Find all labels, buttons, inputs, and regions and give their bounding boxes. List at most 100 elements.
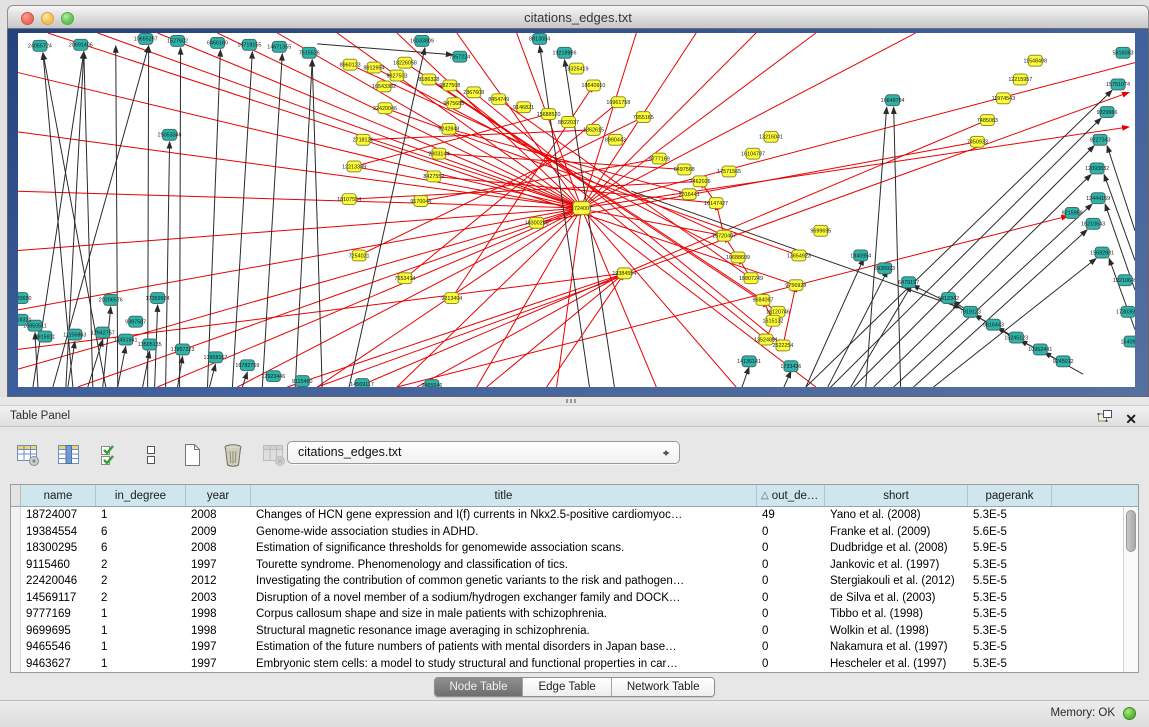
network-node[interactable]: 7462026: [690, 176, 711, 187]
column-header-out_de[interactable]: △out_de…: [757, 485, 825, 506]
network-node[interactable]: 13216041: [759, 131, 783, 142]
network-node[interactable]: 19218986: [553, 47, 577, 58]
network-node[interactable]: 17571565: [717, 166, 741, 177]
table-row[interactable]: 1830029562008Estimation of significance …: [11, 540, 1138, 557]
network-node[interactable]: 6466160: [207, 37, 228, 48]
split-divider[interactable]: [0, 397, 1149, 405]
column-header-in_degree[interactable]: in_degree: [96, 485, 186, 506]
network-node[interactable]: 1540952: [1121, 336, 1135, 347]
network-node[interactable]: 9412342: [938, 293, 959, 304]
network-node[interactable]: 11548408: [1023, 55, 1047, 66]
network-node[interactable]: 16033809: [410, 35, 434, 46]
network-node[interactable]: 10719155: [237, 39, 261, 50]
network-node[interactable]: 12215957: [1008, 74, 1032, 85]
validate-columns-icon[interactable]: [96, 440, 124, 470]
column-header-pagerank[interactable]: pagerank: [968, 485, 1052, 506]
network-node[interactable]: 22420046: [373, 103, 397, 114]
show-columns-icon[interactable]: [55, 440, 83, 470]
table-row[interactable]: 911546021997Tourette syndrome. Phenomeno…: [11, 557, 1138, 574]
network-node[interactable]: 2718126: [353, 134, 374, 145]
network-node[interactable]: 3915911: [35, 331, 56, 342]
table-row[interactable]: 977716911998Corpus callosum shape and si…: [11, 606, 1138, 623]
network-node[interactable]: 18226058: [393, 57, 417, 68]
network-node[interactable]: 7857224: [449, 51, 470, 62]
network-node[interactable]: 2520650: [18, 293, 31, 304]
network-node[interactable]: 15751074: [1106, 79, 1130, 90]
network-node[interactable]: 10147427: [704, 198, 728, 209]
network-node[interactable]: 10952441: [1028, 344, 1052, 355]
network-node[interactable]: 9170044: [410, 196, 431, 207]
network-node[interactable]: 7485083: [977, 115, 998, 126]
network-node[interactable]: 9756928: [785, 280, 806, 291]
tab-node-table[interactable]: Node Table: [435, 678, 524, 696]
network-node[interactable]: 9329966: [1097, 107, 1118, 118]
network-canvas[interactable]: 2405572420691406106552871527602646616010…: [18, 33, 1135, 387]
network-node[interactable]: 16104787: [741, 148, 765, 159]
network-node[interactable]: 18807249: [739, 273, 763, 284]
network-node[interactable]: 9465546: [421, 380, 442, 387]
network-node[interactable]: 2803144: [428, 148, 449, 159]
network-node[interactable]: 10655287: [134, 33, 158, 44]
network-node[interactable]: 2316441: [679, 189, 700, 200]
network-node[interactable]: 16648784: [881, 95, 905, 106]
table-selector-dropdown[interactable]: citations_edges.txt: [287, 441, 680, 464]
float-panel-icon[interactable]: [1097, 409, 1113, 428]
network-node[interactable]: 8813054: [529, 33, 550, 44]
network-node[interactable]: 7515526: [299, 47, 320, 58]
table-row[interactable]: 1456911722003Disruption of a novel membe…: [11, 590, 1138, 607]
network-node[interactable]: 9146821: [513, 102, 534, 113]
network-node[interactable]: 9245012: [1053, 356, 1074, 367]
network-node[interactable]: 18107554: [337, 194, 361, 205]
network-node[interactable]: 15692931: [1090, 247, 1114, 258]
table-row[interactable]: 1872400712008Changes of HCN gene express…: [11, 507, 1138, 524]
column-header-title[interactable]: title: [251, 485, 757, 506]
network-node[interactable]: 6479197: [898, 277, 919, 288]
network-node[interactable]: 17359924: [146, 293, 170, 304]
network-node[interactable]: 11974543: [992, 93, 1016, 104]
network-node[interactable]: 12444159: [1086, 193, 1110, 204]
close-panel-icon[interactable]: ✕: [1125, 411, 1137, 427]
network-node[interactable]: 5916063: [1113, 47, 1134, 58]
network-node[interactable]: 12210649: [1113, 275, 1135, 286]
network-node[interactable]: 16782759: [235, 360, 259, 371]
network-node[interactable]: 16210643: [1081, 218, 1105, 229]
network-node[interactable]: 13654923: [787, 250, 811, 261]
network-node[interactable]: 13958167: [203, 352, 227, 363]
network-node[interactable]: 1840954: [850, 250, 871, 261]
column-header-short[interactable]: short: [825, 485, 968, 506]
network-node[interactable]: 1362615: [583, 124, 604, 135]
network-node[interactable]: 6497568: [674, 164, 695, 175]
network-node[interactable]: 8822037: [558, 117, 579, 128]
network-node[interactable]: 2367608: [463, 87, 484, 98]
network-node[interactable]: 9699695: [810, 225, 831, 236]
network-node[interactable]: 9115460: [292, 376, 313, 387]
table-row[interactable]: 946554611997Estimation of the future num…: [11, 639, 1138, 656]
table-scrollbar-thumb[interactable]: [1126, 510, 1136, 552]
network-node[interactable]: 7450933: [967, 136, 988, 147]
table-row[interactable]: 2242004622012Investigating the contribut…: [11, 573, 1138, 590]
tab-network-table[interactable]: Network Table: [612, 678, 715, 696]
network-node[interactable]: 14671355: [267, 41, 291, 52]
network-node[interactable]: 9827503: [387, 70, 408, 81]
table-row[interactable]: 969969511998Structural magnetic resonanc…: [11, 623, 1138, 640]
network-node[interactable]: 9777169: [649, 153, 670, 164]
citation-network-graph[interactable]: 2405572420691406106552871527602646616010…: [18, 33, 1135, 387]
network-node[interactable]: 20206576: [99, 295, 123, 306]
table-row[interactable]: 1938455462009Genome-wide association stu…: [11, 524, 1138, 541]
network-node[interactable]: 9227343: [1090, 134, 1111, 145]
network-node[interactable]: 18325419: [565, 63, 589, 74]
network-node[interactable]: 10688609: [726, 252, 750, 263]
new-table-icon[interactable]: [178, 440, 206, 470]
network-node[interactable]: 24055724: [28, 40, 52, 51]
network-node[interactable]: 15688520: [537, 109, 561, 120]
column-header-year[interactable]: year: [186, 485, 251, 506]
network-node[interactable]: 14136141: [737, 356, 761, 367]
network-node[interactable]: 12093832: [1085, 163, 1109, 174]
network-node[interactable]: 25053346: [158, 129, 182, 140]
column-header-name[interactable]: name: [21, 485, 96, 506]
network-node[interactable]: 12213389: [342, 161, 366, 172]
tab-edge-table[interactable]: Edge Table: [523, 678, 611, 696]
network-node[interactable]: 9684067: [753, 295, 774, 306]
network-node[interactable]: 8990443: [605, 134, 626, 145]
table-row[interactable]: 946362711997Embryonic stem cells: a mode…: [11, 656, 1138, 673]
